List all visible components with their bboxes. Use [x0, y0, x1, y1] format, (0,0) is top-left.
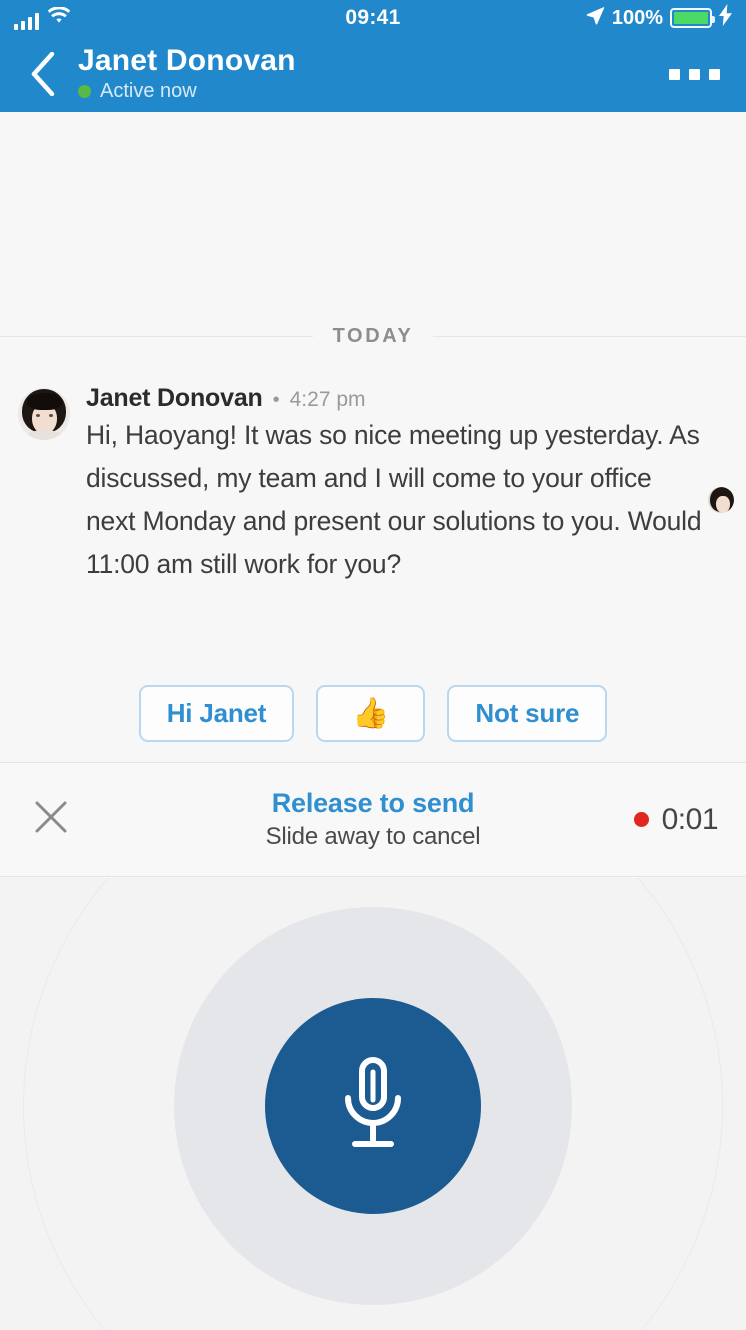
navigation-bar: Janet Donovan Active now: [0, 36, 746, 112]
close-icon: [32, 798, 70, 841]
message-sender: Janet Donovan: [86, 384, 263, 413]
quick-reply-not-sure[interactable]: Not sure: [447, 685, 607, 742]
active-status-dot-icon: [78, 85, 91, 98]
recording-indicator-dot-icon: [634, 812, 649, 827]
chat-screen: 09:41 100% Janet: [0, 0, 746, 1330]
quick-reply-thumbs-up-icon[interactable]: 👍: [316, 685, 425, 742]
voice-record-stage: [0, 878, 746, 1330]
battery-percent-label: 100%: [612, 7, 663, 30]
back-chevron-icon: [30, 52, 56, 96]
quick-reply-hi-janet[interactable]: Hi Janet: [139, 685, 295, 742]
presence-label: Active now: [100, 80, 197, 103]
avatar[interactable]: [18, 388, 70, 440]
recording-elapsed-label: 0:01: [662, 803, 718, 837]
message-text: Hi, Haoyang! It was so nice meeting up y…: [86, 414, 704, 586]
more-options-icon: [669, 69, 680, 80]
lightning-bolt-icon: [719, 4, 732, 32]
meta-separator: •: [273, 389, 280, 412]
avatar-eyes: [36, 414, 53, 417]
avatar-shoulders: [26, 430, 63, 440]
more-dot-3: [709, 69, 720, 80]
presence-row: Active now: [78, 80, 296, 103]
record-mic-button[interactable]: [265, 998, 481, 1214]
message-timestamp: 4:27 pm: [290, 388, 366, 412]
microphone-icon: [330, 1056, 416, 1157]
receipt-face: [716, 496, 730, 513]
day-divider: TODAY: [0, 325, 746, 348]
quick-reply-bar: Hi Janet 👍 Not sure: [0, 685, 746, 742]
avatar-fringe: [27, 393, 62, 410]
conversation-header[interactable]: Janet Donovan Active now: [78, 45, 296, 103]
location-arrow-icon: [585, 5, 605, 31]
page-title: Janet Donovan: [78, 45, 296, 77]
back-button[interactable]: [22, 51, 64, 97]
more-dot-2: [689, 69, 700, 80]
message-list[interactable]: TODAY Janet Donovan • 4:27 pm: [0, 112, 746, 762]
status-bar: 09:41 100%: [0, 0, 746, 36]
divider-rule-right: [433, 336, 746, 337]
status-bar-right: 100%: [585, 4, 732, 32]
read-receipt-avatar: [706, 485, 736, 515]
recording-bar: Release to send Slide away to cancel 0:0…: [0, 762, 746, 877]
more-options-button[interactable]: [665, 59, 724, 90]
message-item[interactable]: Janet Donovan • 4:27 pm Hi, Haoyang! It …: [0, 384, 746, 586]
recording-timer: 0:01: [634, 803, 718, 837]
battery-icon: [670, 8, 712, 28]
cancel-recording-button[interactable]: [28, 797, 74, 843]
divider-rule-left: [0, 336, 313, 337]
message-meta: Janet Donovan • 4:27 pm: [86, 384, 728, 413]
day-divider-label: TODAY: [313, 325, 434, 348]
